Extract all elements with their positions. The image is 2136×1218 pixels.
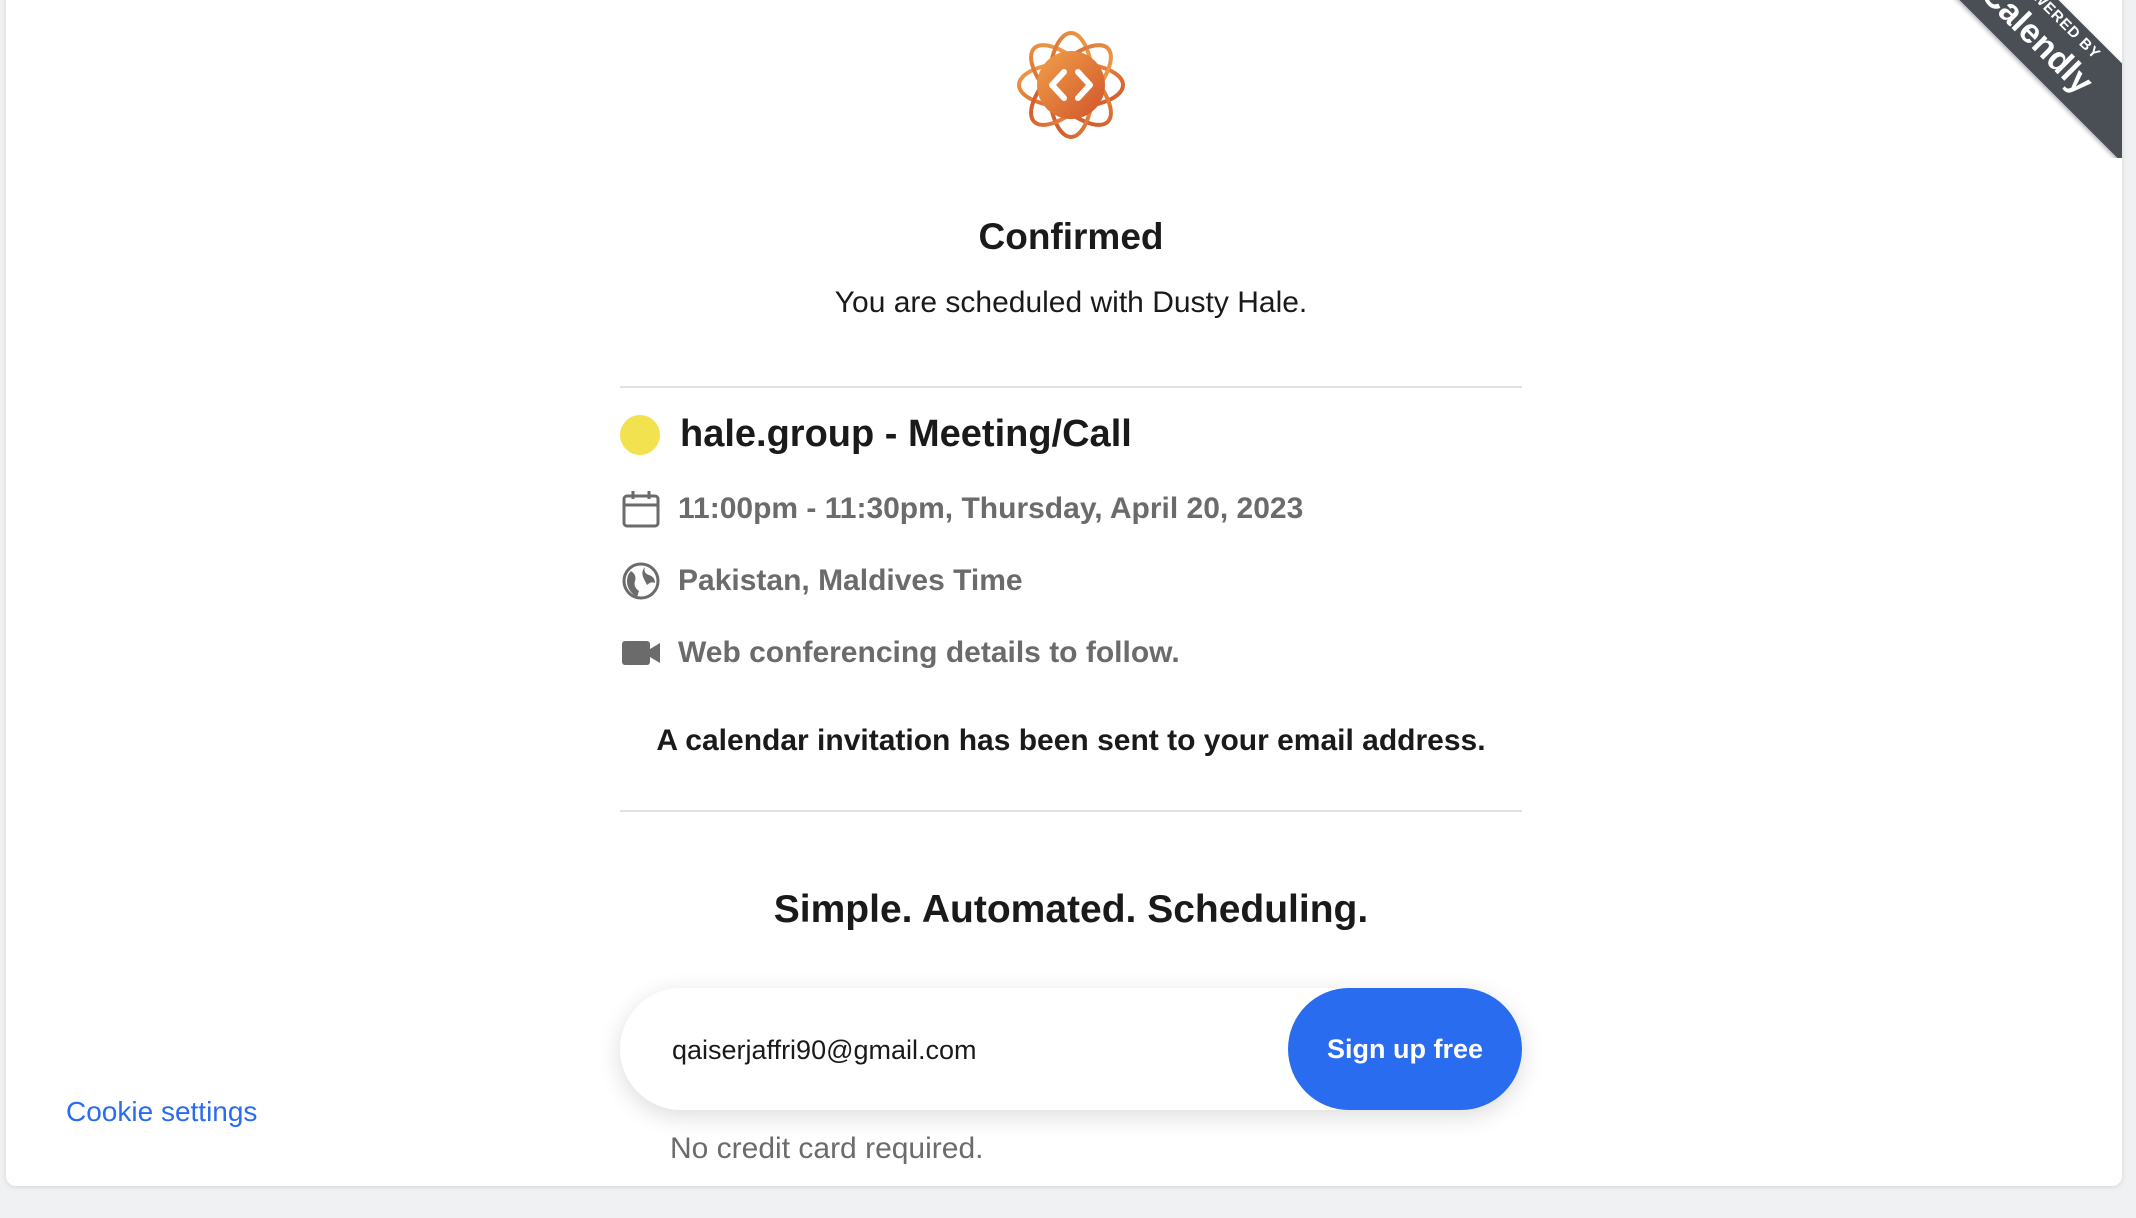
video-camera-icon — [620, 632, 662, 674]
event-conferencing-row: Web conferencing details to follow. — [620, 632, 1180, 674]
event-conferencing: Web conferencing details to follow. — [678, 636, 1180, 669]
event-datetime-row: 11:00pm - 11:30pm, Thursday, April 20, 2… — [620, 488, 1303, 530]
divider-top — [620, 386, 1522, 388]
event-color-dot — [620, 414, 660, 455]
powered-by-ribbon[interactable]: POWERED BY Calendly — [1922, 0, 2122, 158]
divider-bottom — [620, 810, 1522, 812]
scheduled-with-text: You are scheduled with Dusty Hale. — [834, 286, 1308, 319]
event-datetime: 11:00pm - 11:30pm, Thursday, April 20, 2… — [678, 492, 1304, 525]
event-timezone: Pakistan, Maldives Time — [678, 564, 1023, 597]
invitation-sent-note: A calendar invitation has been sent to y… — [656, 724, 1486, 757]
event-name: hale.group - Meeting/Call — [680, 413, 1132, 455]
ribbon-band: POWERED BY Calendly — [1922, 0, 2122, 158]
promo-tagline: Simple. Automated. Scheduling. — [773, 888, 1369, 931]
calendar-icon — [620, 488, 662, 530]
globe-icon — [620, 560, 662, 602]
signup-email-input[interactable] — [670, 1018, 1274, 1082]
confirmation-card: POWERED BY Calendly Confirmed You are sc… — [6, 0, 2122, 1186]
signup-free-button[interactable]: Sign up free — [1288, 988, 1522, 1110]
page: POWERED BY Calendly Confirmed You are sc… — [0, 0, 2136, 1218]
event-timezone-row: Pakistan, Maldives Time — [620, 560, 1023, 602]
ribbon-calendly: Calendly — [1973, 0, 2101, 102]
signup-form: Sign up free — [620, 988, 1522, 1110]
page-title: Confirmed — [978, 216, 1164, 257]
company-logo-icon — [1010, 24, 1132, 146]
event-title-row: hale.group - Meeting/Call — [620, 413, 1132, 456]
cookie-settings-link[interactable]: Cookie settings — [66, 1096, 257, 1128]
no-credit-card-note: No credit card required. — [670, 1132, 984, 1165]
